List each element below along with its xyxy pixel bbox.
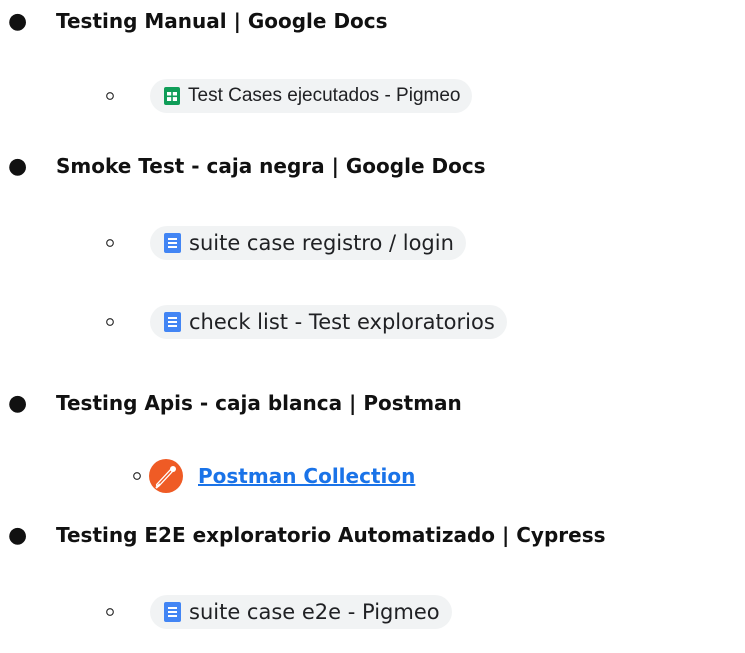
sub-bullet-icon xyxy=(106,318,114,326)
bullet-icon: ● xyxy=(8,9,28,34)
section-heading-testing-apis: Testing Apis - caja blanca | Postman xyxy=(56,391,462,415)
bullet-icon: ● xyxy=(8,154,28,179)
chip-suite-case-e2e[interactable]: suite case e2e - Pigmeo xyxy=(150,595,452,629)
chip-label: Test Cases ejecutados - Pigmeo xyxy=(188,85,461,106)
chip-label: suite case e2e - Pigmeo xyxy=(189,600,440,624)
postman-collection-link[interactable]: Postman Collection xyxy=(198,464,415,488)
postman-icon xyxy=(148,458,184,494)
chip-suite-case-registro[interactable]: suite case registro / login xyxy=(150,226,466,260)
section-heading-testing-manual: Testing Manual | Google Docs xyxy=(56,9,388,33)
section-heading-smoke-test: Smoke Test - caja negra | Google Docs xyxy=(56,154,486,178)
chip-label: suite case registro / login xyxy=(189,231,454,255)
sub-bullet-icon xyxy=(133,472,141,480)
google-sheets-icon xyxy=(164,87,180,105)
sub-bullet-icon xyxy=(106,608,114,616)
sub-bullet-icon xyxy=(106,239,114,247)
google-docs-icon xyxy=(164,602,181,622)
bullet-icon: ● xyxy=(8,391,28,416)
google-docs-icon xyxy=(164,312,181,332)
bullet-icon: ● xyxy=(8,523,28,548)
section-heading-testing-e2e: Testing E2E exploratorio Automatizado | … xyxy=(56,523,606,547)
google-docs-icon xyxy=(164,233,181,253)
sub-bullet-icon xyxy=(106,92,114,100)
chip-label: check list - Test exploratorios xyxy=(189,310,495,334)
chip-test-cases-ejecutados[interactable]: Test Cases ejecutados - Pigmeo xyxy=(150,79,473,113)
chip-check-list[interactable]: check list - Test exploratorios xyxy=(150,305,507,339)
